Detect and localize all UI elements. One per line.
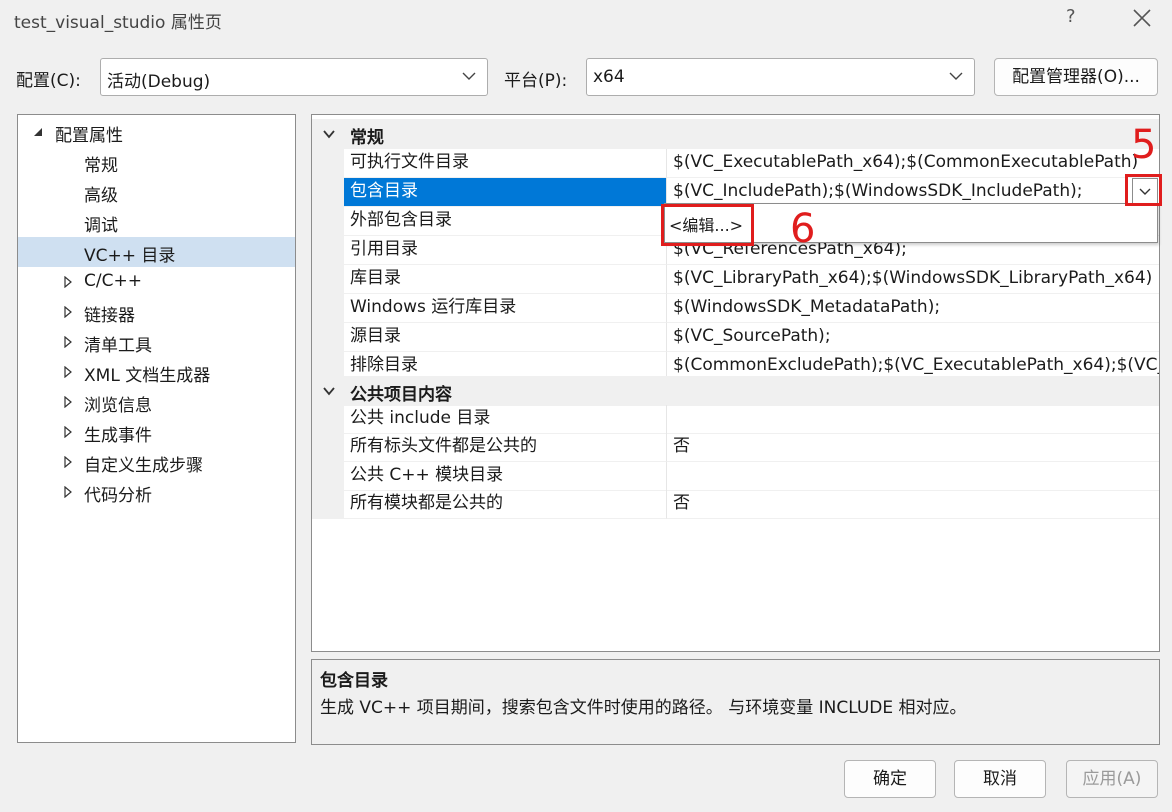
category-public-project-content[interactable]: 公共项目内容 [312,376,1159,406]
property-name: 源目录 [344,323,666,352]
tree-item-manifest-tool[interactable]: 清单工具 [18,327,295,357]
property-row[interactable]: Windows 运行库目录 $(WindowsSDK_MetadataPath)… [312,294,1159,323]
category-general[interactable]: 常规 [312,119,1159,149]
expand-triangle-icon[interactable] [62,426,74,438]
tree-item-label: XML 文档生成器 [84,366,211,386]
category-label: 公共项目内容 [350,385,452,405]
collapse-triangle-icon [34,128,42,136]
property-row[interactable]: 可执行文件目录 $(VC_ExecutablePath_x64);$(Commo… [312,149,1159,178]
ok-button[interactable]: 确定 [844,760,936,798]
expand-triangle-icon[interactable] [62,456,74,468]
tree-item-debugging[interactable]: 调试 [18,207,295,237]
property-row[interactable]: 所有模块都是公共的 否 [312,490,1159,519]
property-row[interactable]: 公共 include 目录 [312,405,1159,434]
window-title: test_visual_studio 属性页 [14,13,222,33]
config-select[interactable]: 活动(Debug) [100,58,488,96]
property-value[interactable]: $(WindowsSDK_MetadataPath); [666,294,1159,323]
property-name: 外部包含目录 [344,207,666,236]
description-panel: 包含目录 生成 VC++ 项目期间，搜索包含文件时使用的路径。 与环境变量 IN… [311,659,1160,745]
property-value[interactable]: $(VC_SourcePath); [666,323,1159,352]
cancel-button[interactable]: 取消 [954,760,1046,798]
tree-item-label: 代码分析 [84,486,152,506]
property-value[interactable]: 否 [666,490,1159,519]
property-name: 所有模块都是公共的 [344,490,666,519]
description-title: 包含目录 [320,671,388,691]
expand-triangle-icon[interactable] [62,396,74,408]
platform-select-value: x64 [593,67,625,87]
tree-item-xml-doc-generator[interactable]: XML 文档生成器 [18,357,295,387]
tree-item-c-cpp[interactable]: C/C++ [18,267,295,297]
tree-item-vc-directories[interactable]: VC++ 目录 [18,237,295,267]
property-value[interactable]: 否 [666,433,1159,462]
property-name: 库目录 [344,265,666,294]
config-select-value: 活动(Debug) [107,72,211,92]
tree-item-label: 生成事件 [84,426,152,446]
chevron-down-icon[interactable] [322,385,336,397]
close-icon[interactable] [1128,4,1156,32]
property-value[interactable] [666,462,1159,491]
property-grid: 常规 可执行文件目录 $(VC_ExecutablePath_x64);$(Co… [311,114,1160,652]
tree-item-label: C/C++ [84,271,142,291]
tree-item-code-analysis[interactable]: 代码分析 [18,477,295,507]
description-text: 生成 VC++ 项目期间，搜索包含文件时使用的路径。 与环境变量 INCLUDE… [320,698,967,718]
property-name: 包含目录 [344,178,666,207]
annotation-number-6: 6 [790,206,816,252]
property-tree: 配置属性 常规 高级 调试 VC++ 目录 C/C++ 链接器 清单工具 XML… [17,114,296,743]
annotation-box-5 [1125,174,1162,206]
tree-item-label: 浏览信息 [84,396,152,416]
tree-item-build-events[interactable]: 生成事件 [18,417,295,447]
property-row[interactable]: 公共 C++ 模块目录 [312,462,1159,491]
expand-triangle-icon[interactable] [62,276,74,288]
tree-item-label: VC++ 目录 [84,246,176,266]
property-row[interactable]: 所有标头文件都是公共的 否 [312,433,1159,462]
property-value[interactable] [666,405,1159,434]
tree-item-browse-info[interactable]: 浏览信息 [18,387,295,417]
tree-item-linker[interactable]: 链接器 [18,297,295,327]
tree-item-label: 自定义生成步骤 [84,456,203,476]
category-label: 常规 [350,128,384,148]
property-name: Windows 运行库目录 [344,294,666,323]
help-button[interactable]: ? [1066,6,1076,27]
tree-item-label: 常规 [84,156,118,176]
chevron-down-icon [949,72,963,80]
tree-item-label: 调试 [84,216,118,236]
annotation-number-5: 5 [1131,122,1157,168]
tree-root-config-properties[interactable]: 配置属性 [18,117,295,147]
tree-item-advanced[interactable]: 高级 [18,177,295,207]
expand-triangle-icon[interactable] [62,486,74,498]
annotation-box-6 [661,204,754,246]
property-name: 可执行文件目录 [344,149,666,178]
property-value[interactable]: $(VC_ExecutablePath_x64);$(CommonExecuta… [666,149,1159,178]
chevron-down-icon [462,72,476,80]
tree-item-label: 链接器 [84,306,135,326]
expand-triangle-icon[interactable] [62,306,74,318]
property-value[interactable]: $(VC_LibraryPath_x64);$(WindowsSDK_Libra… [666,265,1159,294]
tree-item-custom-build-step[interactable]: 自定义生成步骤 [18,447,295,477]
expand-triangle-icon[interactable] [62,336,74,348]
tree-item-label: 高级 [84,186,118,206]
title-bar: test_visual_studio 属性页 ? [0,0,1172,38]
tree-item-label: 清单工具 [84,336,152,356]
tree-item-general[interactable]: 常规 [18,147,295,177]
tree-item-label: 配置属性 [55,126,123,146]
platform-select[interactable]: x64 [586,58,975,96]
config-label: 配置(C): [16,71,81,91]
chevron-down-icon[interactable] [322,128,336,140]
property-name: 所有标头文件都是公共的 [344,433,666,462]
property-row[interactable]: 源目录 $(VC_SourcePath); [312,323,1159,352]
config-manager-button[interactable]: 配置管理器(O)... [994,58,1158,96]
property-row[interactable]: 库目录 $(VC_LibraryPath_x64);$(WindowsSDK_L… [312,265,1159,294]
expand-triangle-icon[interactable] [62,366,74,378]
apply-button[interactable]: 应用(A) [1066,760,1158,798]
property-name: 公共 include 目录 [344,405,666,434]
property-name: 引用目录 [344,236,666,265]
property-name: 公共 C++ 模块目录 [344,462,666,491]
platform-label: 平台(P): [504,71,568,91]
